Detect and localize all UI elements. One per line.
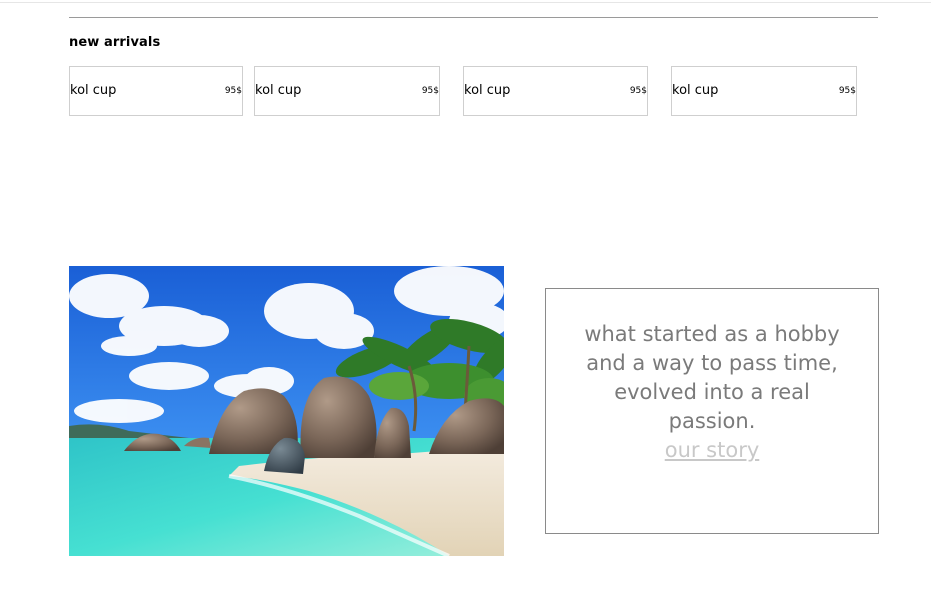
product-price: 95$	[629, 86, 647, 96]
story-box: what started as a hobby and a way to pas…	[545, 288, 879, 534]
product-name: kol cup	[255, 83, 302, 98]
section-title-new-arrivals: new arrivals	[69, 35, 161, 50]
top-border	[0, 2, 931, 3]
product-price: 95$	[838, 86, 856, 96]
product-card[interactable]: kol cup 95$	[254, 66, 440, 116]
product-price: 95$	[421, 86, 439, 96]
product-card[interactable]: kol cup 95$	[69, 66, 243, 116]
product-card[interactable]: kol cup 95$	[463, 66, 648, 116]
our-story-link-wrapper: our story	[546, 436, 878, 465]
our-story-link[interactable]: our story	[665, 438, 760, 462]
product-price: 95$	[224, 86, 242, 96]
product-card[interactable]: kol cup 95$	[671, 66, 857, 116]
story-text: what started as a hobby and a way to pas…	[584, 322, 840, 433]
product-name: kol cup	[464, 83, 511, 98]
product-name: kol cup	[70, 83, 117, 98]
section-divider	[69, 17, 878, 18]
beach-hero-image	[69, 266, 504, 556]
product-name: kol cup	[672, 83, 719, 98]
